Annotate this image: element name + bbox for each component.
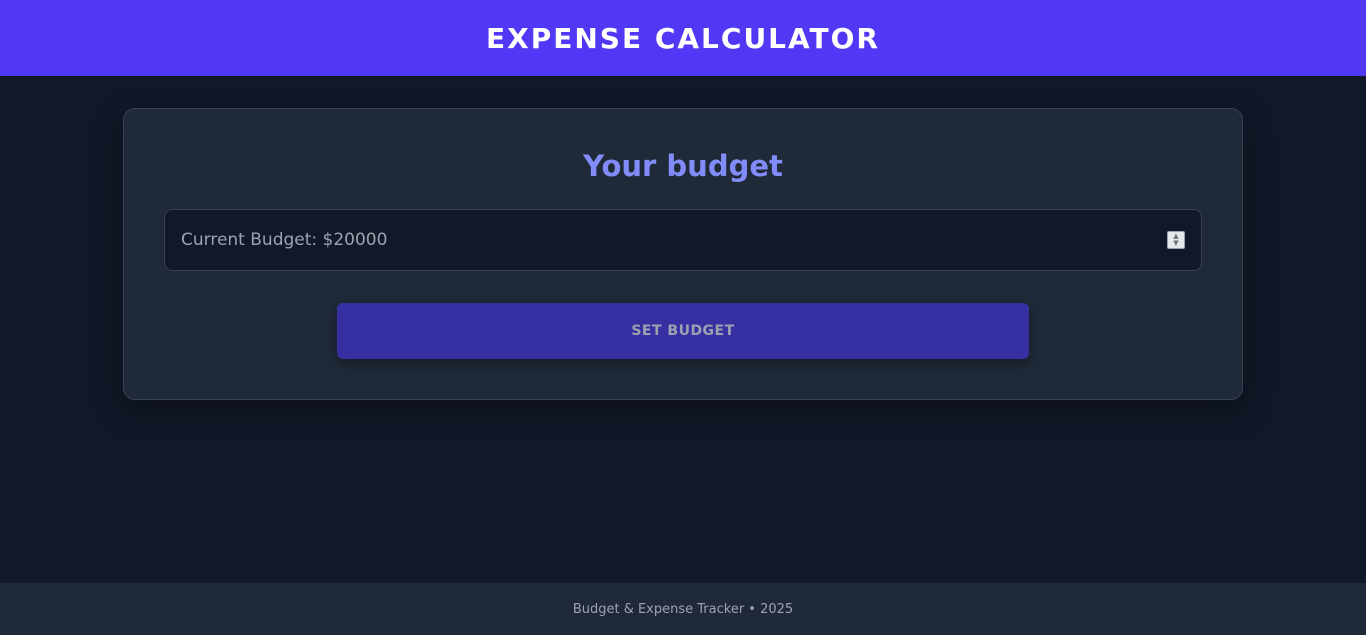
footer-text: Budget & Expense Tracker • 2025 [572,601,794,617]
budget-card: Your budget ▲ ▼ SET BUDGET [123,108,1243,400]
budget-input[interactable] [164,209,1202,271]
budget-card-title: Your budget [583,149,783,183]
spinner-down-icon[interactable]: ▼ [1173,240,1178,247]
number-spinner-icon[interactable]: ▲ ▼ [1167,231,1185,249]
app-header: EXPENSE CALCULATOR [0,0,1366,76]
app-footer: Budget & Expense Tracker • 2025 [0,583,1366,635]
set-budget-button[interactable]: SET BUDGET [337,303,1029,359]
app-title: EXPENSE CALCULATOR [486,21,880,55]
